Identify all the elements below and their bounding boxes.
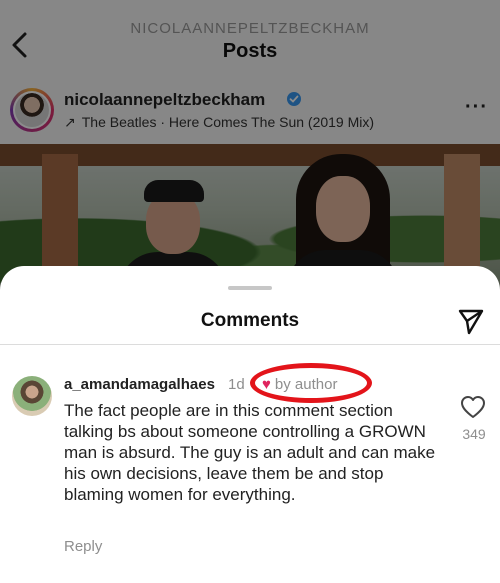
share-button[interactable] bbox=[456, 306, 486, 336]
like-count: 349 bbox=[462, 426, 486, 442]
comment-timestamp: 1d bbox=[228, 376, 245, 393]
comments-title: Comments bbox=[200, 310, 300, 331]
reply-button[interactable]: Reply bbox=[64, 538, 102, 555]
highlight-circle bbox=[250, 363, 372, 403]
like-button[interactable] bbox=[459, 394, 487, 420]
avatar[interactable] bbox=[12, 376, 52, 416]
divider bbox=[0, 344, 500, 345]
sheet-drag-handle[interactable] bbox=[228, 286, 272, 290]
comment-text: The fact people are in this comment sect… bbox=[64, 401, 436, 504]
modal-backdrop[interactable] bbox=[0, 0, 500, 300]
list-item: a_amandamagalhaes 1d ♥ by author The fact… bbox=[0, 363, 500, 566]
comments-sheet: Comments a_amandamagalhaes 1d ♥ by author… bbox=[0, 266, 500, 583]
send-icon bbox=[458, 309, 484, 335]
heart-outline-icon bbox=[461, 396, 485, 418]
comment-username[interactable]: a_amandamagalhaes bbox=[64, 376, 215, 393]
